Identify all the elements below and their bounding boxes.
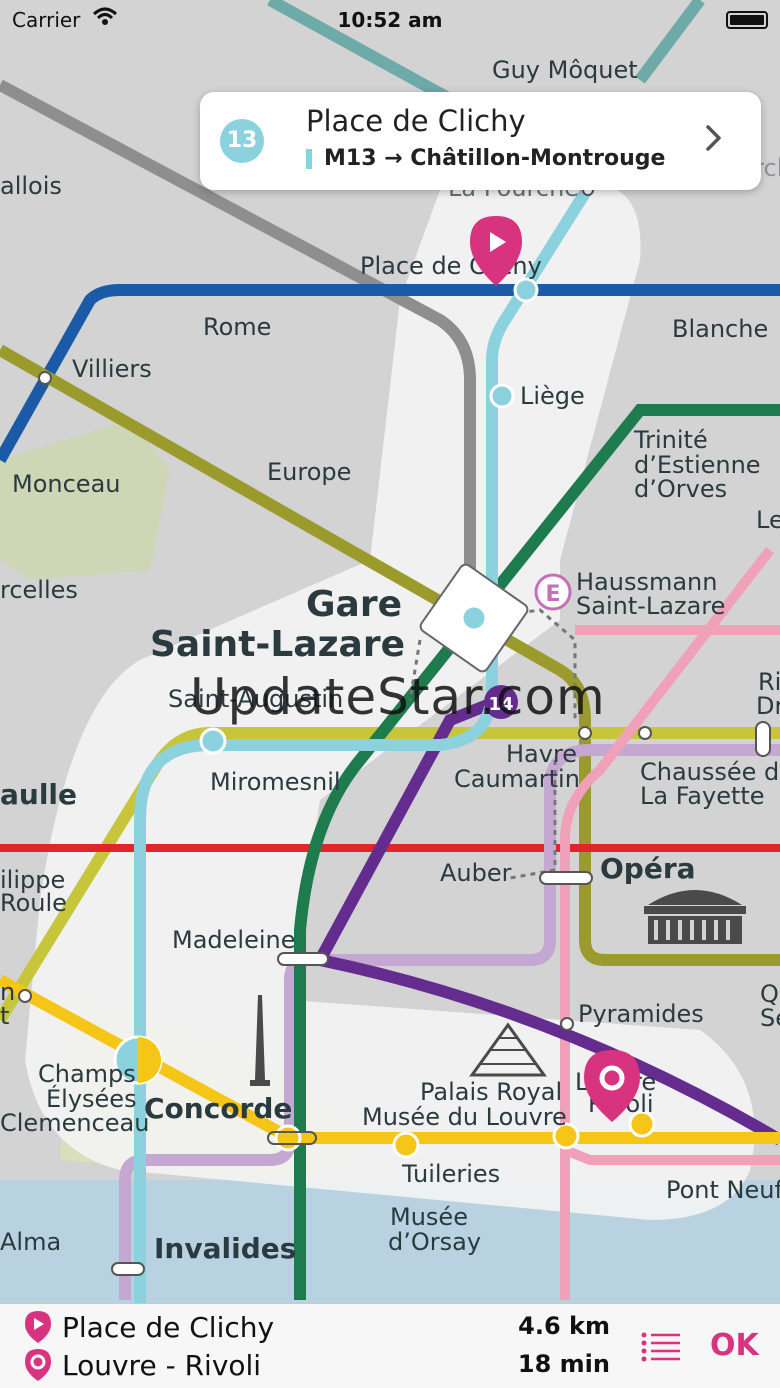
trip-duration: 18 min	[517, 1350, 610, 1378]
label-quatre-2: Sept	[760, 1004, 780, 1032]
label-opera: Opéra	[600, 852, 696, 885]
station-tuileries[interactable]	[392, 1131, 420, 1159]
label-palais-royal-2: Musée du Louvre	[362, 1103, 567, 1131]
station-chaussee-antin[interactable]	[638, 726, 652, 740]
label-madeleine: Madeleine	[172, 926, 296, 954]
station-havre-caumartin[interactable]	[578, 726, 592, 740]
label-auber: Auber	[440, 859, 512, 887]
label-palais-royal-1: Palais Royal	[420, 1078, 562, 1106]
label-haussmann-2: Saint-Lazare	[576, 592, 725, 620]
label-miromesnil: Miromesnil	[210, 768, 341, 796]
label-le: Le	[756, 506, 780, 534]
station-saint-lazare-connector[interactable]	[755, 721, 771, 757]
label-philippe-2: Roule	[0, 889, 67, 917]
station-madeleine-connector[interactable]	[277, 952, 329, 966]
label-concorde: Concorde	[144, 1092, 292, 1125]
label-alma: Alma	[0, 1228, 61, 1256]
station-liege[interactable]	[489, 383, 515, 409]
station-concorde[interactable]	[274, 1124, 302, 1152]
destination-marker-icon	[25, 1349, 51, 1381]
label-courcelles: rcelles	[0, 576, 78, 604]
callout-route: M13 → Châtillon-Montrouge	[306, 146, 665, 171]
label-champs-3: Clemenceau	[0, 1109, 149, 1137]
label-liege: Liège	[520, 382, 585, 410]
rer-e-label: E	[545, 582, 560, 607]
origin-marker-icon	[25, 1311, 51, 1343]
trip-distance: 4.6 km	[518, 1312, 610, 1340]
label-havre-1: Havre	[506, 740, 577, 768]
status-bar: Carrier 10:52 am	[0, 0, 780, 40]
label-tuileries: Tuileries	[401, 1160, 500, 1188]
label-blanche: Blanche	[672, 315, 768, 343]
label-saint-lazare: Saint-Lazare	[150, 624, 405, 665]
station-opera-connector[interactable]	[539, 871, 593, 885]
callout-station-name: Place de Clichy	[306, 104, 526, 138]
label-chaussee-2: La Fayette	[640, 782, 765, 810]
station-villiers[interactable]	[38, 371, 52, 385]
label-levallois: allois	[0, 172, 62, 200]
chevron-right-icon[interactable]	[705, 124, 723, 156]
line-13-badge: 13	[220, 119, 264, 163]
station-invalides-connector[interactable]	[111, 1262, 145, 1276]
label-villiers: Villiers	[72, 355, 152, 383]
label-musee-1: Musée	[390, 1203, 468, 1231]
battery-icon	[726, 11, 768, 29]
callout-route-text: M13 → Châtillon-Montrouge	[324, 146, 666, 171]
label-trinite-1: Trinité	[633, 426, 708, 454]
label-t: t	[0, 1002, 9, 1030]
station-callout[interactable]: 13 Place de Clichy M13 → Châtillon-Montr…	[200, 92, 761, 190]
status-time: 10:52 am	[337, 8, 443, 32]
label-havre-2: Caumartin	[454, 765, 580, 793]
label-musee-2: d’Orsay	[388, 1228, 481, 1256]
label-pont-neuf: Pont Neuf	[666, 1176, 780, 1204]
trip-destination: Louvre - Rivoli	[62, 1348, 262, 1382]
label-pyramides: Pyramides	[578, 1000, 704, 1028]
list-view-icon[interactable]	[640, 1330, 682, 1364]
line-color-bar	[306, 148, 312, 169]
label-charles-de-gaulle: aulle	[0, 778, 77, 811]
trip-destination-row: Louvre - Rivoli	[24, 1348, 261, 1382]
station-place-de-clichy[interactable]	[513, 277, 539, 303]
label-trinite-3: d’Orves	[634, 475, 727, 503]
label-guy-moquet: Guy Môquet	[492, 56, 638, 84]
station-pyramides[interactable]	[560, 1017, 574, 1031]
label-europe: Europe	[267, 458, 351, 486]
label-champs-1: Champs	[38, 1060, 136, 1088]
station-miromesnil[interactable]	[199, 727, 227, 755]
watermark: UpdateStar.com	[190, 668, 606, 726]
label-rome: Rome	[203, 313, 271, 341]
label-invalides: Invalides	[154, 1232, 296, 1265]
ok-button[interactable]: OK	[710, 1328, 759, 1363]
station-franklin[interactable]	[18, 989, 32, 1003]
label-dr: Dr	[756, 692, 780, 720]
label-gare: Gare	[306, 584, 402, 625]
trip-origin-row: Place de Clichy	[24, 1310, 274, 1344]
trip-origin: Place de Clichy	[62, 1310, 275, 1344]
trip-summary-bar: Place de Clichy Louvre - Rivoli 4.6 km 1…	[0, 1303, 780, 1388]
label-monceau: Monceau	[12, 470, 120, 498]
